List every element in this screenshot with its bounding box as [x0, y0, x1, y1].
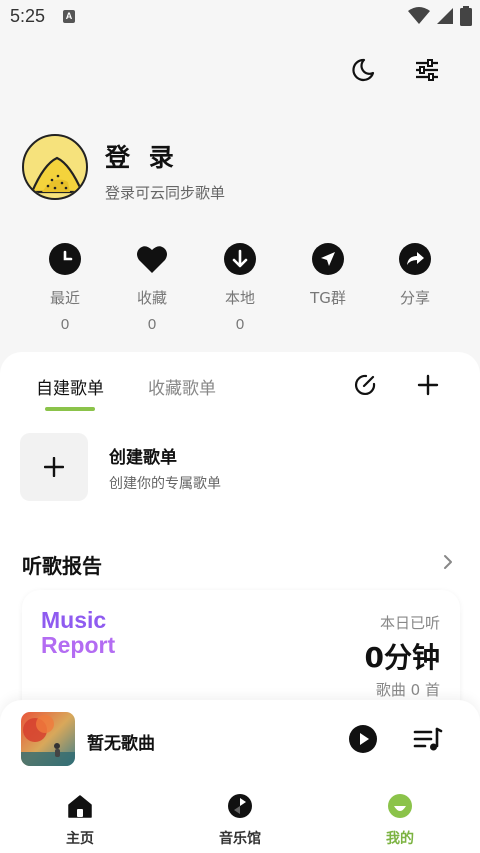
shortcut-label: 收藏	[136, 289, 167, 307]
shortcut-favorites[interactable]: 收藏 0	[112, 243, 192, 333]
music-report-logo: Music Report	[41, 608, 115, 658]
today-label: 本日已听	[379, 614, 440, 632]
status-icons	[408, 6, 472, 26]
profile-icon	[388, 794, 412, 818]
settings-button[interactable]	[411, 54, 443, 86]
status-bar: 5:25 A	[0, 0, 480, 34]
notification-icon: A	[63, 10, 75, 23]
login-title[interactable]: 登 录	[105, 138, 179, 174]
today-songs: 歌曲 0 首	[375, 681, 440, 699]
tab-my-playlists[interactable]: 自建歌单	[36, 374, 104, 399]
wifi-icon	[408, 7, 430, 24]
shortcut-label: TG群	[310, 289, 346, 307]
heart-icon	[136, 243, 168, 275]
signal-icon	[437, 8, 453, 24]
shortcut-label: 本地	[224, 289, 255, 307]
chevron-right-icon[interactable]	[440, 553, 456, 571]
status-time: 5:25	[10, 6, 46, 26]
album-cover[interactable]	[21, 712, 75, 766]
logo-line-2: Report	[41, 632, 116, 658]
shortcut-count: 0	[235, 316, 245, 333]
sliders-icon	[416, 59, 438, 81]
nav-profile[interactable]: 我的	[360, 792, 440, 848]
shortcut-recent[interactable]: 最近 0	[25, 243, 105, 333]
nav-music-hall[interactable]: 音乐馆	[200, 792, 280, 848]
edit-playlists-button[interactable]	[350, 370, 380, 400]
avatar[interactable]	[22, 134, 88, 200]
playlist-queue-icon[interactable]	[413, 726, 443, 754]
edit-icon	[354, 374, 376, 396]
report-heading[interactable]: 听歌报告	[22, 550, 102, 579]
shortcut-count: 0	[60, 316, 70, 333]
shortcut-share[interactable]: 分享	[375, 243, 455, 308]
tab-collected-playlists[interactable]: 收藏歌单	[148, 374, 216, 399]
music-hall-icon	[228, 794, 252, 818]
plus-icon	[417, 374, 439, 396]
share-icon	[399, 243, 431, 275]
plus-icon	[44, 457, 64, 477]
battery-icon	[460, 6, 472, 26]
avatar-image	[30, 156, 84, 194]
logo-line-1: Music	[41, 607, 107, 633]
create-playlist-title[interactable]: 创建歌单	[109, 443, 177, 468]
nav-home[interactable]: 主页	[40, 792, 120, 848]
shortcut-count: 0	[147, 316, 157, 333]
tab-indicator	[45, 407, 95, 411]
nav-label: 我的	[386, 831, 414, 847]
shortcut-label: 最近	[49, 289, 80, 307]
dark-mode-button[interactable]	[347, 54, 379, 86]
moon-icon	[352, 58, 375, 82]
screen: 5:25 A 登 录 登录可云同步歌单 最近 0 收藏 0 本地 0 TG群 分…	[0, 0, 480, 853]
create-playlist-subtitle: 创建你的专属歌单	[109, 476, 221, 492]
create-playlist-button[interactable]	[20, 433, 88, 501]
clock-icon	[49, 243, 81, 275]
today-value: 0分钟	[364, 641, 440, 674]
download-icon	[224, 243, 256, 275]
play-button[interactable]	[348, 724, 378, 754]
shortcut-local[interactable]: 本地 0	[200, 243, 280, 333]
song-title: 暂无歌曲	[87, 734, 155, 754]
telegram-icon	[312, 243, 344, 275]
shortcut-label: 分享	[399, 289, 430, 307]
home-icon	[68, 795, 92, 818]
add-playlist-button[interactable]	[413, 370, 443, 400]
shortcut-telegram[interactable]: TG群	[288, 243, 368, 308]
login-subtitle: 登录可云同步歌单	[105, 184, 226, 202]
nav-label: 主页	[66, 831, 94, 847]
nav-label: 音乐馆	[219, 831, 261, 847]
album-art-image	[21, 712, 75, 766]
